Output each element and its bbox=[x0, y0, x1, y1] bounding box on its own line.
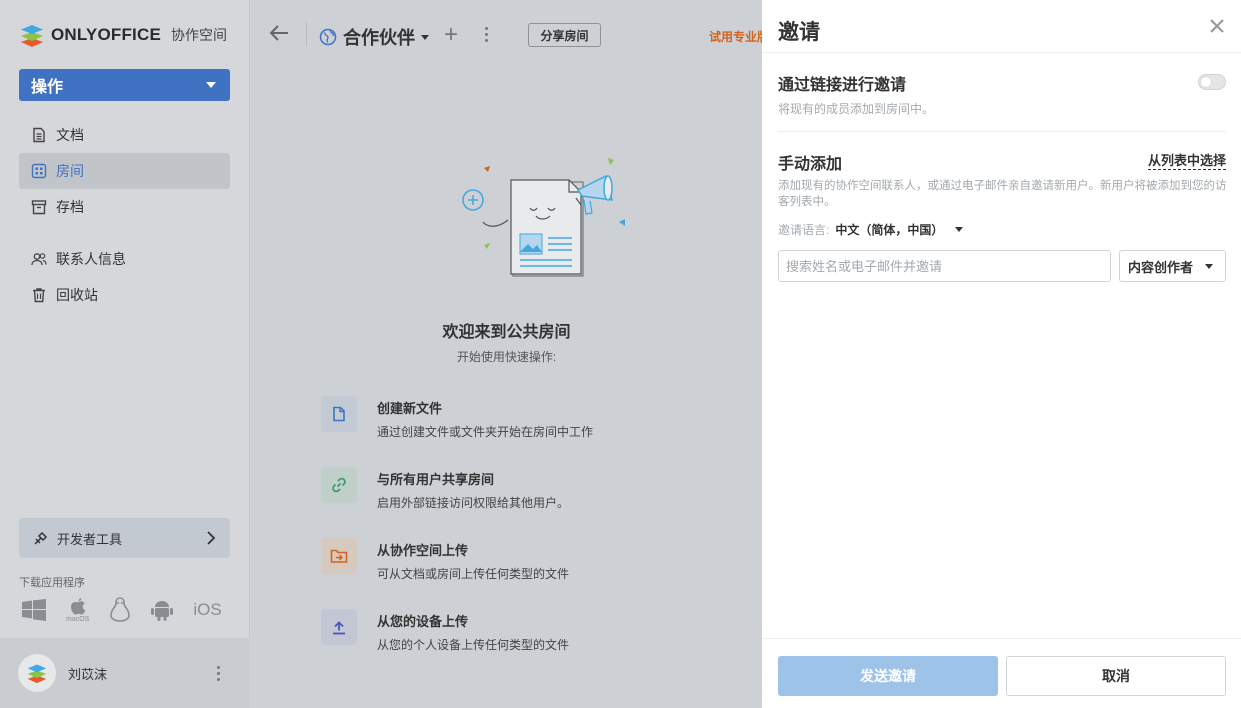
rooms-icon bbox=[31, 163, 47, 179]
manual-add-desc: 添加现有的协作空间联系人，或通过电子邮件亲自邀请新用户。新用户将被添加到您的访客… bbox=[778, 180, 1227, 208]
brand-name: ONLYOFFICE bbox=[51, 25, 161, 44]
developer-tools-button[interactable]: 开发者工具 bbox=[19, 518, 230, 558]
caret-down-icon[interactable] bbox=[955, 227, 964, 232]
macos-icon[interactable]: macOS bbox=[66, 596, 89, 623]
link-invite-desc: 将现有的成员添加到房间中。 bbox=[778, 102, 935, 116]
user-profile-bar[interactable]: 刘苡沫 bbox=[0, 638, 250, 708]
new-file-icon bbox=[333, 406, 345, 422]
sidebar: ONLYOFFICE 协作空间 操作 文档 房间 存档 联系人信息 回收站 开发… bbox=[0, 0, 250, 708]
sidebar-item-label: 房间 bbox=[56, 163, 84, 179]
quick-action-title: 从协作空间上传 bbox=[377, 543, 469, 558]
download-apps-label: 下载应用程序 bbox=[19, 577, 85, 589]
sidebar-item-trash[interactable]: 回收站 bbox=[19, 277, 230, 313]
room-title[interactable]: 合作伙伴 bbox=[319, 24, 429, 50]
sidebar-item-rooms[interactable]: 房间 bbox=[19, 153, 230, 189]
onlyoffice-logo-icon bbox=[21, 25, 43, 47]
download-apps: macOS iOS bbox=[22, 596, 222, 623]
android-icon[interactable] bbox=[151, 598, 174, 622]
send-invite-button[interactable]: 发送邀请 bbox=[778, 656, 998, 696]
invite-panel-footer: 发送邀请 取消 bbox=[762, 638, 1241, 708]
manual-add-title: 手动添加 bbox=[778, 156, 843, 173]
globe-icon bbox=[319, 28, 337, 46]
trial-link[interactable]: 试用专业版 bbox=[709, 28, 769, 45]
archive-icon bbox=[31, 200, 47, 215]
link-icon bbox=[332, 477, 346, 493]
logo[interactable]: ONLYOFFICE 协作空间 bbox=[19, 22, 227, 48]
room-title-text: 合作伙伴 bbox=[343, 28, 415, 48]
caret-down-icon bbox=[421, 34, 429, 40]
welcome-title: 欢迎来到公共房间 bbox=[442, 324, 571, 341]
upload-icon bbox=[333, 621, 345, 635]
choose-from-list-link[interactable]: 从列表中选择 bbox=[1148, 150, 1227, 170]
quick-action-desc: 可从文档或房间上传任何类型的文件 bbox=[377, 567, 570, 581]
quick-action-share-room[interactable]: 与所有用户共享房间 启用外部链接访问权限给其他用户。 bbox=[321, 467, 751, 511]
more-vertical-icon[interactable] bbox=[217, 665, 220, 681]
brand-sub: 协作空间 bbox=[171, 27, 227, 43]
arrow-back-icon[interactable] bbox=[269, 24, 289, 42]
caret-down-icon bbox=[1205, 263, 1213, 269]
actions-label: 操作 bbox=[31, 79, 64, 96]
empty-room-illustration bbox=[462, 158, 625, 277]
avatar-logo-icon bbox=[27, 664, 47, 684]
quick-action-desc: 启用外部链接访问权限给其他用户。 bbox=[377, 496, 570, 510]
upload-folder-icon bbox=[330, 549, 348, 563]
avatar[interactable] bbox=[18, 654, 56, 692]
actions-button[interactable]: 操作 bbox=[19, 69, 230, 101]
sidebar-item-label: 回收站 bbox=[56, 287, 98, 303]
main-content: 合作伙伴 + 分享房间 试用专业版 欢迎来到公共房间 开始使用快速操作: 创建新… bbox=[251, 0, 769, 708]
invite-panel-header: 邀请 bbox=[762, 0, 1241, 53]
user-name: 刘苡沫 bbox=[68, 666, 108, 682]
sidebar-item-documents[interactable]: 文档 bbox=[19, 117, 230, 153]
invite-panel: 邀请 通过链接进行邀请 将现有的成员添加到房间中。 手动添加 从列表中选择 添加… bbox=[762, 0, 1241, 708]
sidebar-item-label: 联系人信息 bbox=[56, 251, 126, 267]
quick-action-title: 与所有用户共享房间 bbox=[377, 472, 495, 487]
sidebar-nav: 文档 房间 存档 联系人信息 回收站 bbox=[19, 117, 230, 313]
plus-icon[interactable]: + bbox=[444, 23, 458, 47]
developer-tools-label: 开发者工具 bbox=[57, 531, 123, 547]
quick-action-upload-from-device[interactable]: 从您的设备上传 从您的个人设备上传任何类型的文件 bbox=[321, 609, 751, 653]
sidebar-item-contacts[interactable]: 联系人信息 bbox=[19, 241, 230, 277]
contacts-icon bbox=[31, 253, 47, 266]
quick-action-upload-from-docspace[interactable]: 从协作空间上传 可从文档或房间上传任何类型的文件 bbox=[321, 538, 751, 582]
quick-action-desc: 通过创建文件或文件夹开始在房间中工作 bbox=[377, 425, 594, 439]
invite-language-row: 邀请语言: 中文（简体，中国） bbox=[778, 221, 964, 238]
windows-icon[interactable] bbox=[22, 598, 46, 621]
cancel-button[interactable]: 取消 bbox=[1006, 656, 1226, 696]
chevron-right-icon bbox=[207, 531, 216, 545]
quick-action-create-file[interactable]: 创建新文件 通过创建文件或文件夹开始在房间中工作 bbox=[321, 396, 751, 440]
more-vertical-icon[interactable] bbox=[485, 27, 488, 42]
sidebar-item-label: 文档 bbox=[56, 127, 84, 143]
panel-title: 邀请 bbox=[778, 21, 820, 44]
quick-action-title: 从您的设备上传 bbox=[377, 614, 469, 629]
close-icon[interactable] bbox=[1209, 18, 1225, 34]
developer-tools-icon bbox=[34, 531, 48, 545]
welcome-subtitle: 开始使用快速操作: bbox=[456, 350, 557, 364]
sidebar-item-archive[interactable]: 存档 bbox=[19, 189, 230, 225]
quick-action-title: 创建新文件 bbox=[377, 401, 443, 416]
role-select[interactable]: 内容创作者 bbox=[1119, 250, 1226, 282]
linux-icon[interactable] bbox=[109, 596, 131, 623]
search-invite-input[interactable] bbox=[778, 250, 1111, 282]
document-icon bbox=[33, 127, 45, 143]
quick-action-desc: 从您的个人设备上传任何类型的文件 bbox=[377, 638, 570, 652]
ios-icon[interactable]: iOS bbox=[193, 600, 221, 620]
link-invite-toggle[interactable] bbox=[1198, 74, 1226, 90]
share-room-button[interactable]: 分享房间 bbox=[528, 23, 601, 47]
invite-language-select[interactable]: 中文（简体，中国） bbox=[835, 221, 943, 238]
link-invite-title: 通过链接进行邀请 bbox=[778, 77, 907, 94]
invite-language-label: 邀请语言: bbox=[778, 223, 830, 237]
caret-down-icon bbox=[206, 82, 216, 88]
macos-label: macOS bbox=[66, 616, 90, 623]
trash-icon bbox=[33, 288, 45, 303]
role-value: 内容创作者 bbox=[1128, 259, 1194, 275]
room-header: 合作伙伴 + 分享房间 试用专业版 bbox=[251, 0, 769, 64]
sidebar-item-label: 存档 bbox=[56, 199, 84, 215]
